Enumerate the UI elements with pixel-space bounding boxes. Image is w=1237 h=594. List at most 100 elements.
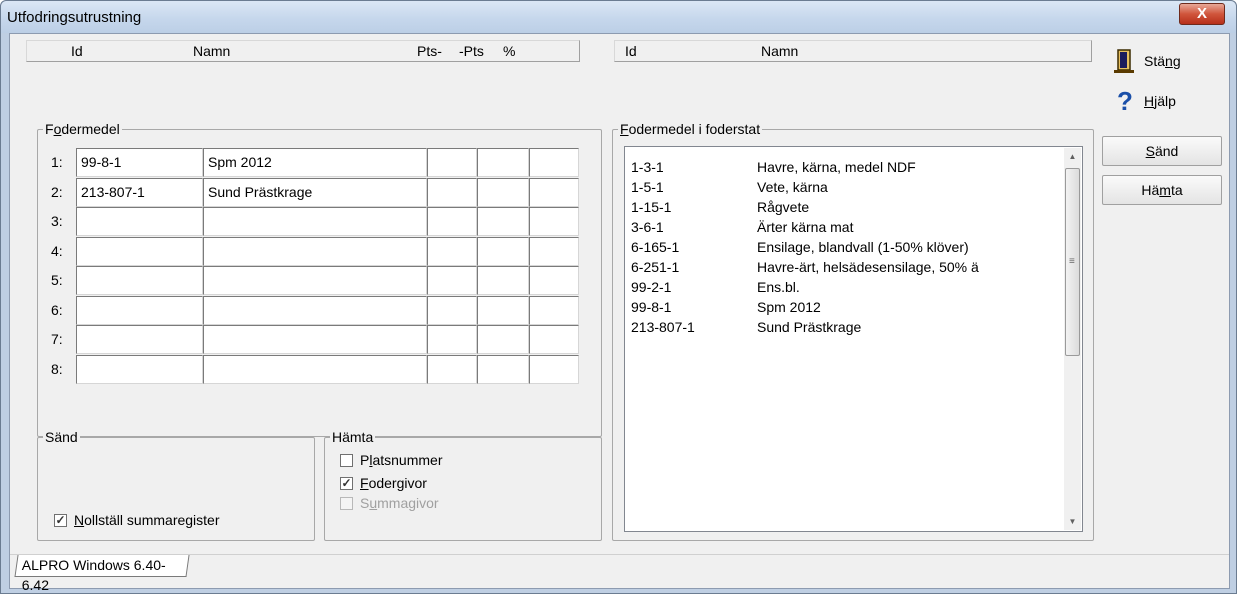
fodermedel-name-cell[interactable] <box>203 325 427 354</box>
fodermedel-row-label: 5: <box>51 272 63 288</box>
header-id-right: Id <box>625 43 637 59</box>
sand-button[interactable]: Sänd <box>1102 136 1222 166</box>
fodermedel-id-cell[interactable] <box>76 355 203 384</box>
foderstat-item-id[interactable]: 1-3-1 <box>631 159 664 175</box>
fodermedel-percent-cell[interactable] <box>529 355 579 384</box>
hamta-button[interactable]: Hämta <box>1102 175 1222 205</box>
fodermedel-pts-minus-cell[interactable] <box>427 148 477 177</box>
fodermedel-name-cell[interactable]: Spm 2012 <box>203 148 427 177</box>
scroll-up-arrow-icon[interactable]: ▲ <box>1064 148 1081 165</box>
stang-button[interactable]: Stäng <box>1104 46 1214 76</box>
fodermedel-name-cell[interactable] <box>203 296 427 325</box>
fodermedel-name-cell[interactable] <box>203 266 427 295</box>
foderstat-item-id[interactable]: 1-15-1 <box>631 199 671 215</box>
fodermedel-minus-pts-cell[interactable] <box>477 148 529 177</box>
fodermedel-row-label: 2: <box>51 184 63 200</box>
foderstat-scrollbar[interactable]: ▲ ≡ ▼ <box>1064 148 1081 530</box>
stang-label: Stäng <box>1144 53 1181 69</box>
foderstat-legend-text: Fodermedel i foderstat <box>620 121 761 137</box>
fodermedel-legend-text: Fodermedel <box>45 121 120 137</box>
fodermedel-minus-pts-cell[interactable] <box>477 207 529 236</box>
fodermedel-name-cell[interactable] <box>203 237 427 266</box>
foderstat-item-name[interactable]: Rågvete <box>757 199 1057 215</box>
foderstat-column-header: Id Namn <box>614 40 1092 62</box>
fodermedel-percent-cell[interactable] <box>529 325 579 354</box>
foderstat-item-name[interactable]: Ärter kärna mat <box>757 219 1057 235</box>
foderstat-item-id[interactable]: 99-2-1 <box>631 279 671 295</box>
fodermedel-pts-minus-cell[interactable] <box>427 325 477 354</box>
foderstat-item-id[interactable]: 1-5-1 <box>631 179 664 195</box>
fodermedel-minus-pts-cell[interactable] <box>477 266 529 295</box>
header-namn-right: Namn <box>761 43 799 59</box>
window-title: Utfodringsutrustning <box>7 9 142 26</box>
nollstall-checkbox[interactable]: ✓ <box>54 514 67 527</box>
fodermedel-row-label: 4: <box>51 243 63 259</box>
tab-label: ALPRO Windows 6.40-6.42 <box>21 557 166 593</box>
fodergivor-label: Fodergivor <box>360 475 427 491</box>
fodermedel-pts-minus-cell[interactable] <box>427 355 477 384</box>
foderstat-item-id[interactable]: 213-807-1 <box>631 319 695 335</box>
header-id: Id <box>71 43 83 59</box>
foderstat-item-name[interactable]: Havre, kärna, medel NDF <box>757 159 1057 175</box>
scroll-thumb[interactable]: ≡ <box>1065 168 1080 356</box>
sand-label: Sänd <box>1145 143 1179 159</box>
foderstat-item-name[interactable]: Havre-ärt, helsädesensilage, 50% ä <box>757 259 1057 275</box>
fodermedel-percent-cell[interactable] <box>529 207 579 236</box>
fodermedel-percent-cell[interactable] <box>529 296 579 325</box>
foderstat-item-id[interactable]: 6-165-1 <box>631 239 679 255</box>
title-bar[interactable]: Utfodringsutrustning X <box>1 1 1236 33</box>
fodermedel-name-cell[interactable] <box>203 207 427 236</box>
fodergivor-checkbox[interactable]: ✓ <box>340 477 353 490</box>
foderstat-item-id[interactable]: 3-6-1 <box>631 219 664 235</box>
fodermedel-percent-cell[interactable] <box>529 148 579 177</box>
summagivor-checkbox <box>340 497 353 510</box>
fodermedel-minus-pts-cell[interactable] <box>477 178 529 207</box>
foderstat-item-name[interactable]: Sund Prästkrage <box>757 319 1057 335</box>
fodermedel-name-cell[interactable]: Sund Prästkrage <box>203 178 427 207</box>
fodermedel-row-label: 7: <box>51 331 63 347</box>
fodermedel-minus-pts-cell[interactable] <box>477 325 529 354</box>
foderstat-item-name[interactable]: Ensilage, blandvall (1-50% klöver) <box>757 239 1057 255</box>
fodermedel-pts-minus-cell[interactable] <box>427 266 477 295</box>
close-button[interactable]: X <box>1179 3 1225 25</box>
header-namn: Namn <box>193 43 231 59</box>
platsnummer-label: Platsnummer <box>360 452 443 468</box>
fodermedel-id-cell[interactable] <box>76 325 203 354</box>
fodermedel-id-cell[interactable]: 213-807-1 <box>76 178 203 207</box>
fodermedel-id-cell[interactable] <box>76 266 203 295</box>
foderstat-item-name[interactable]: Spm 2012 <box>757 299 1057 315</box>
fodermedel-pts-minus-cell[interactable] <box>427 178 477 207</box>
fodermedel-name-cell[interactable] <box>203 355 427 384</box>
foderstat-item-name[interactable]: Vete, kärna <box>757 179 1057 195</box>
scroll-down-arrow-icon[interactable]: ▼ <box>1064 513 1081 530</box>
fodermedel-percent-cell[interactable] <box>529 266 579 295</box>
help-question-icon: ? <box>1117 88 1133 114</box>
tab-alpro-windows[interactable]: ALPRO Windows 6.40-6.42 <box>14 555 190 593</box>
fodermedel-pts-minus-cell[interactable] <box>427 237 477 266</box>
tab-strip: ALPRO Windows 6.40-6.42 <box>10 554 1229 593</box>
fodermedel-percent-cell[interactable] <box>529 237 579 266</box>
fodermedel-minus-pts-cell[interactable] <box>477 237 529 266</box>
hjalp-button[interactable]: ? Hjälp <box>1104 86 1214 116</box>
fodermedel-minus-pts-cell[interactable] <box>477 296 529 325</box>
hamta-legend: Hämta <box>330 429 376 445</box>
fodermedel-pts-minus-cell[interactable] <box>427 296 477 325</box>
fodermedel-column-header: Id Namn Pts- -Pts % <box>26 40 580 62</box>
fodermedel-id-cell[interactable] <box>76 237 203 266</box>
hjalp-label: Hjälp <box>1144 93 1176 109</box>
fodermedel-minus-pts-cell[interactable] <box>477 355 529 384</box>
fodermedel-id-cell[interactable]: 99-8-1 <box>76 148 203 177</box>
svg-text:?: ? <box>1117 88 1133 114</box>
fodermedel-percent-cell[interactable] <box>529 178 579 207</box>
fodermedel-id-cell[interactable] <box>76 296 203 325</box>
platsnummer-checkbox[interactable] <box>340 454 353 467</box>
fodermedel-row-label: 8: <box>51 361 63 377</box>
foderstat-item-name[interactable]: Ens.bl. <box>757 279 1057 295</box>
fodermedel-pts-minus-cell[interactable] <box>427 207 477 236</box>
fodermedel-id-cell[interactable] <box>76 207 203 236</box>
foderstat-item-id[interactable]: 99-8-1 <box>631 299 671 315</box>
foderstat-item-id[interactable]: 6-251-1 <box>631 259 679 275</box>
foderstat-legend: Fodermedel i foderstat <box>618 121 763 137</box>
foderstat-listbox[interactable]: 1-3-1 Havre, kärna, medel NDF 1-5-1 Vete, k… <box>624 146 1083 532</box>
nollstall-label: Nollställ summaregister <box>74 512 220 528</box>
